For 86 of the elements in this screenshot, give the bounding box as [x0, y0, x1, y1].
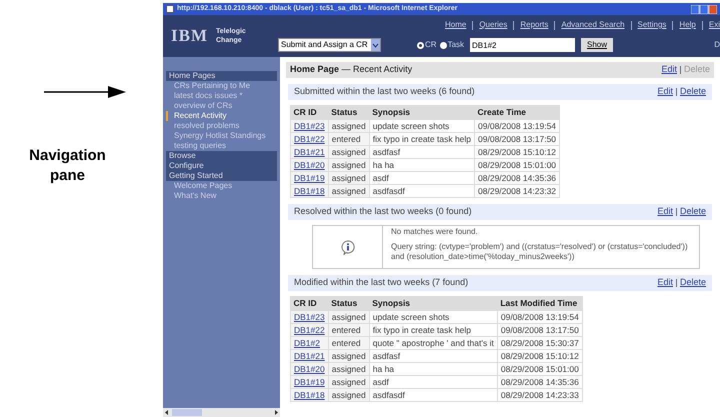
table-cell: 09/08/2008 13:17:50	[474, 132, 560, 146]
menu-link[interactable]: Help	[679, 19, 696, 31]
column-header: CR ID	[290, 296, 328, 310]
window-controls-icon	[691, 4, 717, 14]
table-cell: assigned	[328, 184, 370, 198]
message-text: No matches were found.	[391, 227, 479, 237]
nav-item[interactable]: Recent Activity	[166, 111, 277, 121]
create-select[interactable]: Submit and Assign a CR	[278, 38, 381, 52]
link[interactable]: Delete	[680, 205, 706, 219]
dropdown-icon	[371, 39, 380, 51]
link[interactable]: Edit	[657, 205, 673, 219]
radio-button[interactable]	[417, 42, 424, 48]
table-cell: fix typo in create task help	[369, 324, 498, 336]
link[interactable]: Delete	[680, 85, 706, 99]
table-cell: update screen shots	[369, 120, 475, 132]
menu-link[interactable]: Settings	[638, 19, 666, 31]
menu-link[interactable]: Exi	[708, 19, 720, 31]
menu-link[interactable]: Home	[444, 19, 466, 31]
logo: IBM	[171, 25, 208, 48]
cut-text: D	[714, 39, 720, 51]
table-cell: asdfasdf	[369, 388, 498, 402]
table-cell: entered	[328, 132, 370, 146]
table-cell: 09/08/2008 13:17:50	[497, 324, 582, 336]
table-cell: 09/08/2008 13:19:54	[474, 120, 560, 132]
radio-label: CR	[425, 39, 437, 51]
search-field[interactable]: DB1#2	[470, 38, 576, 52]
menu-link[interactable]: Advanced Search	[561, 19, 625, 31]
table-cell: 08/29/2008 14:35:36	[497, 376, 582, 388]
table-cell: assigned	[328, 376, 370, 388]
table-cell: 09/08/2008 13:19:54	[497, 310, 582, 324]
column-header: Synopsis	[369, 296, 498, 310]
table-cell: entered	[328, 324, 370, 336]
table-cell: asdf	[369, 376, 498, 388]
table-cell: 08/29/2008 15:30:37	[497, 336, 582, 350]
column-header: Synopsis	[369, 105, 475, 120]
table-cell: assigned	[328, 310, 370, 324]
nav-section-header[interactable]: Configure	[166, 161, 277, 171]
table-cell: 08/29/2008 15:01:00	[497, 362, 582, 376]
column-header: CR ID	[290, 105, 328, 120]
column-header: Create Time	[474, 105, 560, 120]
nav-section-header[interactable]: Browse	[166, 151, 277, 161]
table-cell: asdfasf	[369, 146, 475, 158]
table-cell: entered	[328, 336, 370, 350]
show-button[interactable]: Show	[581, 38, 614, 52]
menu-link[interactable]: Queries	[479, 19, 508, 31]
table-cell: asdfasdf	[369, 184, 475, 198]
link[interactable]: Delete	[680, 276, 706, 290]
table-cell: assigned	[328, 362, 370, 376]
section-title: Submitted within the last two weeks (6 found)	[294, 85, 475, 98]
table-cell: 08/29/2008 14:35:36	[474, 172, 560, 184]
table-cell: assigned	[328, 158, 370, 172]
table-cell: assigned	[328, 350, 370, 362]
table-cell: 08/29/2008 15:01:00	[474, 158, 560, 172]
radio-label: Task	[448, 39, 464, 51]
table-cell: 08/29/2008 14:23:32	[474, 184, 560, 198]
table-cell: quote " apostrophe ' and that's it	[369, 336, 498, 350]
table-cell: fix typo in create task help	[369, 132, 475, 146]
query-text: Query string: (cvtype='problem') and ((crstatus='resolved') or (crstatus='concluded')) and (resolution_date>time('%today_minus2weeks'))	[391, 242, 689, 262]
radio-button[interactable]	[440, 42, 447, 48]
link[interactable]: Edit	[657, 85, 673, 99]
table-cell: 08/29/2008 15:10:12	[474, 146, 560, 158]
table-cell: assigned	[328, 146, 370, 158]
table-cell: assigned	[328, 388, 370, 402]
info-icon	[340, 240, 354, 254]
menu-link[interactable]: Reports	[520, 19, 548, 31]
annotation-label: Navigation pane	[28, 146, 107, 186]
table-cell: assigned	[328, 120, 370, 132]
column-header: Status	[328, 296, 370, 310]
section-title: Modified within the last two weeks (7 found)	[294, 276, 468, 290]
table-cell: update screen shots	[369, 310, 498, 324]
page-icon	[166, 5, 174, 13]
table-cell: 08/29/2008 15:10:12	[497, 350, 582, 362]
section-title: Resolved within the last two weeks (0 found)	[294, 205, 472, 218]
column-header: Status	[328, 105, 370, 120]
page-title: Home Page — Recent Activity	[290, 63, 412, 76]
nav-section-header[interactable]: Home Pages	[166, 71, 277, 81]
table-cell: 08/29/2008 14:23:33	[497, 388, 582, 402]
table-cell: asdf	[369, 172, 475, 184]
link[interactable]: Edit	[657, 276, 673, 290]
column-header: Last Modified Time	[497, 296, 582, 310]
table-cell: asdfasf	[369, 350, 498, 362]
table-cell: ha ha	[369, 158, 475, 172]
table-cell: ha ha	[369, 362, 498, 376]
nav-section-header[interactable]: Getting Started	[166, 171, 277, 181]
link[interactable]: Edit	[661, 63, 677, 77]
table-cell: assigned	[328, 172, 370, 184]
